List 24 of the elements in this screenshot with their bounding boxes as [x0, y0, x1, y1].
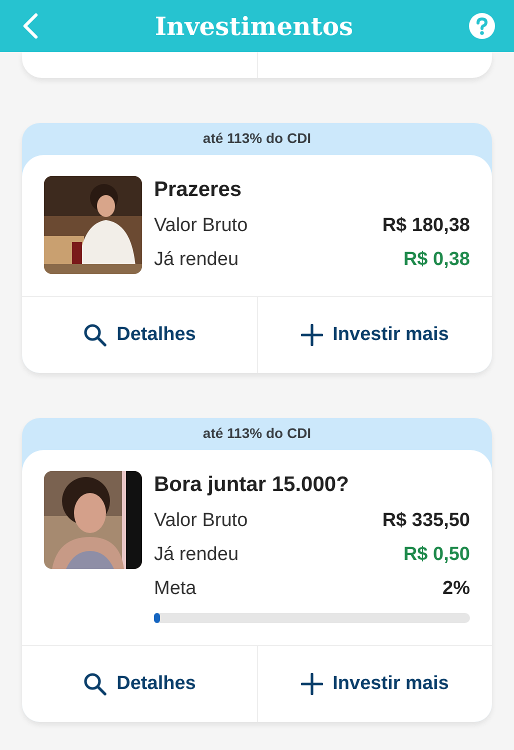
- field-value: R$ 0,50: [403, 544, 470, 566]
- details-button[interactable]: Detalhes: [22, 646, 256, 722]
- plus-icon: [300, 673, 323, 695]
- field-label: Valor Bruto: [154, 510, 248, 532]
- field-label: Valor Bruto: [154, 215, 248, 237]
- rate-label: até 113% do CDI: [202, 424, 312, 443]
- investment-title: Bora juntar 15.000?: [154, 472, 350, 498]
- rate-label: até 113% do CDI: [202, 129, 312, 148]
- invest-more-button[interactable]: Investir mais: [256, 297, 492, 373]
- details-button[interactable]: Detalhes: [22, 297, 256, 373]
- field-value: R$ 0,38: [403, 249, 470, 271]
- field-label: Já rendeu: [154, 249, 239, 271]
- search-icon: [82, 672, 107, 696]
- field-label: Já rendeu: [154, 544, 239, 566]
- field-value: R$ 180,38: [382, 215, 470, 237]
- invest-more-button[interactable]: Investir mais: [256, 646, 492, 722]
- goal-percent: 2%: [442, 578, 470, 600]
- field-value: R$ 335,50: [382, 510, 470, 532]
- search-icon: [82, 323, 107, 347]
- help-icon[interactable]: [468, 12, 496, 40]
- field-label: Meta: [154, 578, 196, 600]
- screen-title: Investimentos: [154, 12, 354, 40]
- investment-title: Prazeres: [154, 177, 243, 203]
- plus-icon: [300, 324, 323, 346]
